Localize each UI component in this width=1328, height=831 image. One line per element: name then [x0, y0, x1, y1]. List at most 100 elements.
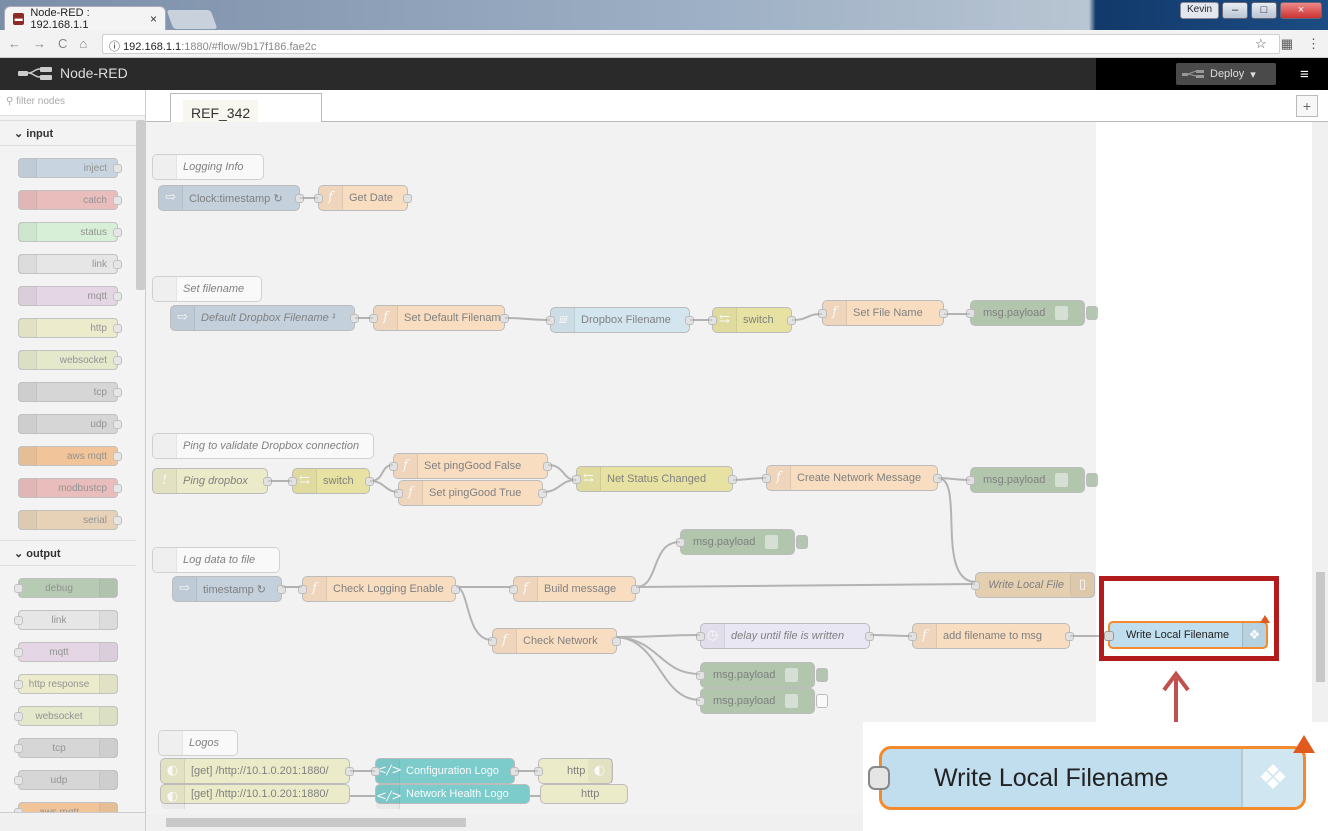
input-port[interactable]: [966, 309, 975, 318]
function-node-build-message[interactable]: f Build message: [509, 576, 640, 602]
palette-node-modbustcp[interactable]: modbustcp: [18, 478, 122, 498]
palette-node-mqtt[interactable]: mqtt: [18, 286, 122, 306]
http-response-node[interactable]: http ◐: [534, 758, 613, 784]
input-port[interactable]: [288, 477, 297, 486]
main-menu-icon[interactable]: ≡: [1300, 66, 1309, 83]
delay-node[interactable]: ◷ delay until file is written: [696, 623, 874, 649]
debug-node[interactable]: msg.payload: [966, 467, 1098, 493]
filter-nodes-input[interactable]: ⚲ filter nodes: [0, 90, 145, 116]
palette-category-output[interactable]: ⌄ output: [0, 540, 136, 566]
debug-node[interactable]: msg.payload: [676, 529, 808, 555]
output-port[interactable]: [277, 585, 286, 594]
comment-node[interactable]: Ping to validate Dropbox connection: [152, 433, 374, 459]
output-port[interactable]: [933, 474, 942, 483]
input-port[interactable]: [696, 632, 705, 641]
input-port[interactable]: [971, 581, 980, 590]
comment-node[interactable]: Set filename: [152, 276, 262, 302]
input-port[interactable]: [708, 316, 717, 325]
comment-node[interactable]: Log data to file: [152, 547, 280, 573]
debug-toggle-button[interactable]: [796, 535, 808, 549]
output-port[interactable]: [510, 767, 519, 776]
debug-toggle-button[interactable]: [1086, 473, 1098, 487]
http-response-node[interactable]: http: [540, 784, 628, 804]
deploy-button[interactable]: Deploy ▾: [1176, 63, 1276, 85]
comment-node[interactable]: Logos: [158, 730, 238, 756]
template-node[interactable]: </> Configuration Logo: [371, 758, 519, 784]
profile-button[interactable]: Kevin: [1179, 2, 1219, 19]
output-port[interactable]: [538, 489, 547, 498]
output-port[interactable]: [685, 316, 694, 325]
inject-node-ping-dropbox[interactable]: ! Ping dropbox: [152, 468, 272, 494]
palette-category-input[interactable]: ⌄ input: [0, 120, 136, 146]
palette-node-inject[interactable]: inject: [18, 158, 122, 178]
dropbox-node-filename[interactable]: ⧈ Dropbox Filename: [546, 307, 694, 333]
palette-node-http[interactable]: http: [18, 318, 122, 338]
input-port[interactable]: [966, 476, 975, 485]
input-port[interactable]: [394, 489, 403, 498]
new-tab-button[interactable]: [166, 10, 218, 29]
output-port[interactable]: [728, 475, 737, 484]
palette-scrollbar[interactable]: [136, 120, 145, 290]
debug-node[interactable]: msg.payload: [966, 300, 1098, 326]
palette-node-mqtt[interactable]: mqtt: [14, 642, 118, 662]
inject-node-timestamp[interactable]: ⇨ timestamp ↻: [172, 576, 286, 602]
function-node-set-default-filename[interactable]: f Set Default Filename: [369, 305, 509, 331]
canvas-vertical-scrollbar[interactable]: [1312, 122, 1328, 814]
output-port[interactable]: [543, 462, 552, 471]
input-port[interactable]: [314, 194, 323, 203]
output-port[interactable]: [631, 585, 640, 594]
palette-node-status[interactable]: status: [18, 222, 122, 242]
comment-node[interactable]: Logging Info: [152, 154, 264, 180]
input-port[interactable]: [762, 474, 771, 483]
debug-toggle-button[interactable]: [1086, 306, 1098, 320]
palette-node-udp[interactable]: udp: [18, 414, 122, 434]
palette-node-tcp[interactable]: tcp: [14, 738, 118, 758]
input-port[interactable]: [534, 767, 543, 776]
output-port[interactable]: [1065, 632, 1074, 641]
url-field[interactable]: ⓘ 192.168.1.1:1880/#flow/9b17f186.fae2c: [102, 34, 1280, 54]
browser-menu-icon[interactable]: ⋮: [1307, 36, 1320, 52]
switch-node[interactable]: ⇆ switch: [708, 307, 796, 333]
output-port[interactable]: [500, 314, 509, 323]
template-node[interactable]: </> Network Health Logo: [375, 784, 530, 809]
home-icon[interactable]: ⌂: [79, 36, 87, 51]
back-icon[interactable]: ←: [8, 36, 21, 51]
close-tab-icon[interactable]: ×: [150, 12, 157, 26]
site-info-icon[interactable]: ⓘ: [109, 41, 120, 53]
output-port[interactable]: [865, 632, 874, 641]
debug-node[interactable]: msg.payload: [696, 662, 828, 688]
output-port[interactable]: [345, 767, 354, 776]
input-port[interactable]: [908, 632, 917, 641]
scroll-thumb[interactable]: [166, 818, 466, 827]
debug-toggle-button[interactable]: [816, 668, 828, 682]
add-flow-button[interactable]: +: [1296, 95, 1318, 117]
output-port[interactable]: [451, 585, 460, 594]
close-window-button[interactable]: ×: [1280, 2, 1322, 19]
function-node-set-pinggood-true[interactable]: f Set pingGood True: [394, 480, 547, 506]
deploy-caret-icon[interactable]: ▾: [1250, 68, 1256, 81]
palette-node-websocket[interactable]: websocket: [14, 706, 118, 726]
palette-node-debug[interactable]: debug: [14, 578, 118, 598]
output-port[interactable]: [939, 309, 948, 318]
function-node-get-date[interactable]: f Get Date: [314, 185, 412, 211]
output-port[interactable]: [403, 194, 412, 203]
palette-node-catch[interactable]: catch: [18, 190, 122, 210]
tab-flow[interactable]: REF_342: [170, 93, 322, 130]
function-node-check-logging-enable[interactable]: f Check Logging Enable: [298, 576, 460, 602]
input-port[interactable]: [509, 585, 518, 594]
palette-node-link[interactable]: link: [18, 254, 122, 274]
flow-canvas-right[interactable]: [1096, 122, 1312, 814]
output-port[interactable]: [787, 316, 796, 325]
inject-node-default-filename[interactable]: ⇨ Default Dropbox Filename ¹: [170, 305, 359, 331]
function-node-set-pinggood-false[interactable]: f Set pingGood False: [389, 453, 552, 479]
input-port[interactable]: [371, 767, 380, 776]
palette-node-websocket[interactable]: websocket: [18, 350, 122, 370]
http-in-node[interactable]: ◐ [get] /http://10.1.0.201:1880/: [160, 784, 350, 809]
forward-icon[interactable]: →: [33, 36, 46, 51]
input-port[interactable]: [696, 671, 705, 680]
function-node-create-network-message[interactable]: f Create Network Message: [762, 465, 942, 491]
extension-icon[interactable]: ▦: [1281, 36, 1293, 52]
output-port[interactable]: [263, 477, 272, 486]
output-port[interactable]: [612, 637, 621, 646]
input-port[interactable]: [676, 538, 685, 547]
